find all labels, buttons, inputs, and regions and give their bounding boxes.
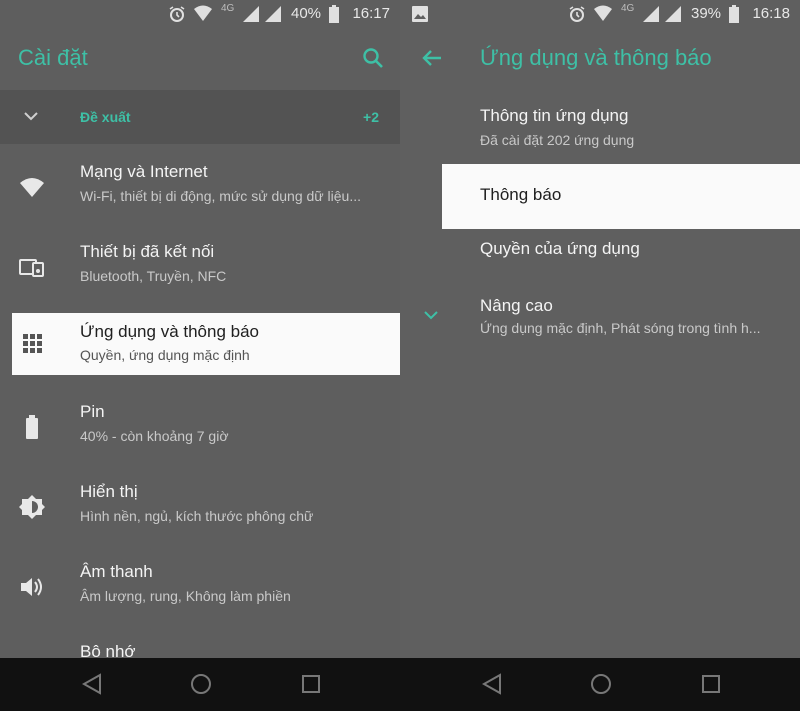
cell-signal-2-icon (265, 6, 281, 22)
item-subtitle: 40% - còn khoảng 7 giờ (80, 428, 229, 444)
item-title: Hiển thị (80, 482, 138, 501)
navigation-bar (0, 658, 800, 711)
settings-item-apps-notifications[interactable]: Ứng dụng và thông báo Quyền, ứng dụng mặ… (12, 313, 400, 375)
back-arrow-icon[interactable] (422, 49, 442, 67)
wifi-signal-icon (594, 5, 612, 21)
item-title: Âm thanh (80, 562, 153, 581)
alarm-icon (569, 6, 585, 22)
devices-icon (19, 259, 44, 277)
cell-signal-icon (643, 6, 659, 22)
settings-item-network[interactable]: Mạng và Internet Wi-Fi, thiết bị di động… (0, 152, 400, 222)
alarm-icon (169, 6, 185, 22)
settings-screen: 4G 40% 16:17 Cài đặt Đề xuất +2 Mạng và … (0, 0, 400, 711)
page-title: Cài đặt (18, 45, 88, 70)
item-title: Quyền của ứng dụng (480, 239, 640, 258)
apps-notifications-screen: 4G 39% 16:18 Ứng dụng và thông báo Thông… (400, 0, 800, 711)
item-title: Pin (80, 402, 105, 421)
apps-grid-icon (23, 334, 42, 353)
settings-item-app-info[interactable]: Thông tin ứng dụng Đã cài đặt 202 ứng dụ… (400, 96, 800, 160)
battery-status-icon (329, 5, 339, 23)
item-title: Thiết bị đã kết nối (80, 242, 215, 261)
item-subtitle: Hình nền, ngủ, kích thước phông chữ (80, 508, 314, 524)
cell-signal-2-icon (665, 6, 681, 22)
status-bar: 4G 40% 16:17 (0, 0, 400, 28)
status-time: 16:17 (352, 5, 390, 22)
settings-item-app-permissions[interactable]: Quyền của ứng dụng (400, 229, 800, 279)
item-subtitle: Đã cài đặt 202 ứng dụng (480, 132, 635, 148)
item-title: Nâng cao (480, 296, 553, 315)
suggestions-count: +2 (363, 109, 379, 125)
network-type-label: 4G (221, 3, 235, 14)
item-title: Thông báo (480, 185, 562, 204)
volume-icon (21, 578, 42, 596)
wifi-icon (20, 178, 44, 197)
item-subtitle: Ứng dụng mặc định, Phát sóng trong tình … (480, 320, 761, 336)
item-title: Ứng dụng và thông báo (80, 322, 259, 341)
settings-item-display[interactable]: Hiển thị Hình nền, ngủ, kích thước phông… (0, 472, 400, 542)
app-bar: Ứng dụng và thông báo (400, 28, 800, 90)
suggestions-label: Đề xuất (80, 109, 131, 125)
item-title: Thông tin ứng dụng (480, 106, 629, 125)
app-bar: Cài đặt (0, 28, 400, 90)
settings-item-battery[interactable]: Pin 40% - còn khoảng 7 giờ (0, 392, 400, 462)
recents-nav-icon[interactable] (299, 672, 323, 696)
item-subtitle: Quyền, ứng dụng mặc định (80, 347, 250, 363)
battery-percentage: 39% (691, 5, 722, 22)
back-nav-icon[interactable] (80, 672, 104, 696)
item-subtitle: Wi-Fi, thiết bị di động, mức sử dụng dữ … (80, 188, 362, 204)
battery-icon (26, 415, 38, 439)
item-title: Mạng và Internet (80, 162, 208, 181)
home-nav-icon[interactable] (189, 672, 213, 696)
settings-item-connected-devices[interactable]: Thiết bị đã kết nối Bluetooth, Truyền, N… (0, 232, 400, 302)
network-type-label: 4G (621, 3, 635, 14)
status-bar: 4G 39% 16:18 (400, 0, 800, 28)
page-title: Ứng dụng và thông báo (480, 45, 712, 70)
settings-item-advanced[interactable]: Nâng cao Ứng dụng mặc định, Phát sóng tr… (400, 286, 800, 350)
settings-item-sound[interactable]: Âm thanh Âm lượng, rung, Không làm phiền (0, 552, 400, 622)
status-time: 16:18 (752, 5, 790, 22)
chevron-down-icon[interactable] (23, 111, 39, 123)
image-notification-icon (412, 6, 428, 22)
item-subtitle: Bluetooth, Truyền, NFC (80, 268, 227, 284)
brightness-icon (19, 495, 45, 519)
battery-percentage: 40% (291, 5, 322, 22)
item-subtitle: Âm lượng, rung, Không làm phiền (80, 588, 291, 604)
suggestions-row[interactable]: Đề xuất +2 (0, 90, 400, 144)
wifi-signal-icon (194, 5, 212, 21)
recents-nav-icon-2[interactable] (699, 672, 723, 696)
back-nav-icon-2[interactable] (480, 672, 504, 696)
battery-status-icon (729, 5, 739, 23)
home-nav-icon-2[interactable] (589, 672, 613, 696)
cell-signal-icon (243, 6, 259, 22)
settings-item-notifications[interactable]: Thông báo (442, 164, 800, 229)
chevron-down-icon (424, 311, 438, 320)
search-icon[interactable] (362, 47, 384, 69)
